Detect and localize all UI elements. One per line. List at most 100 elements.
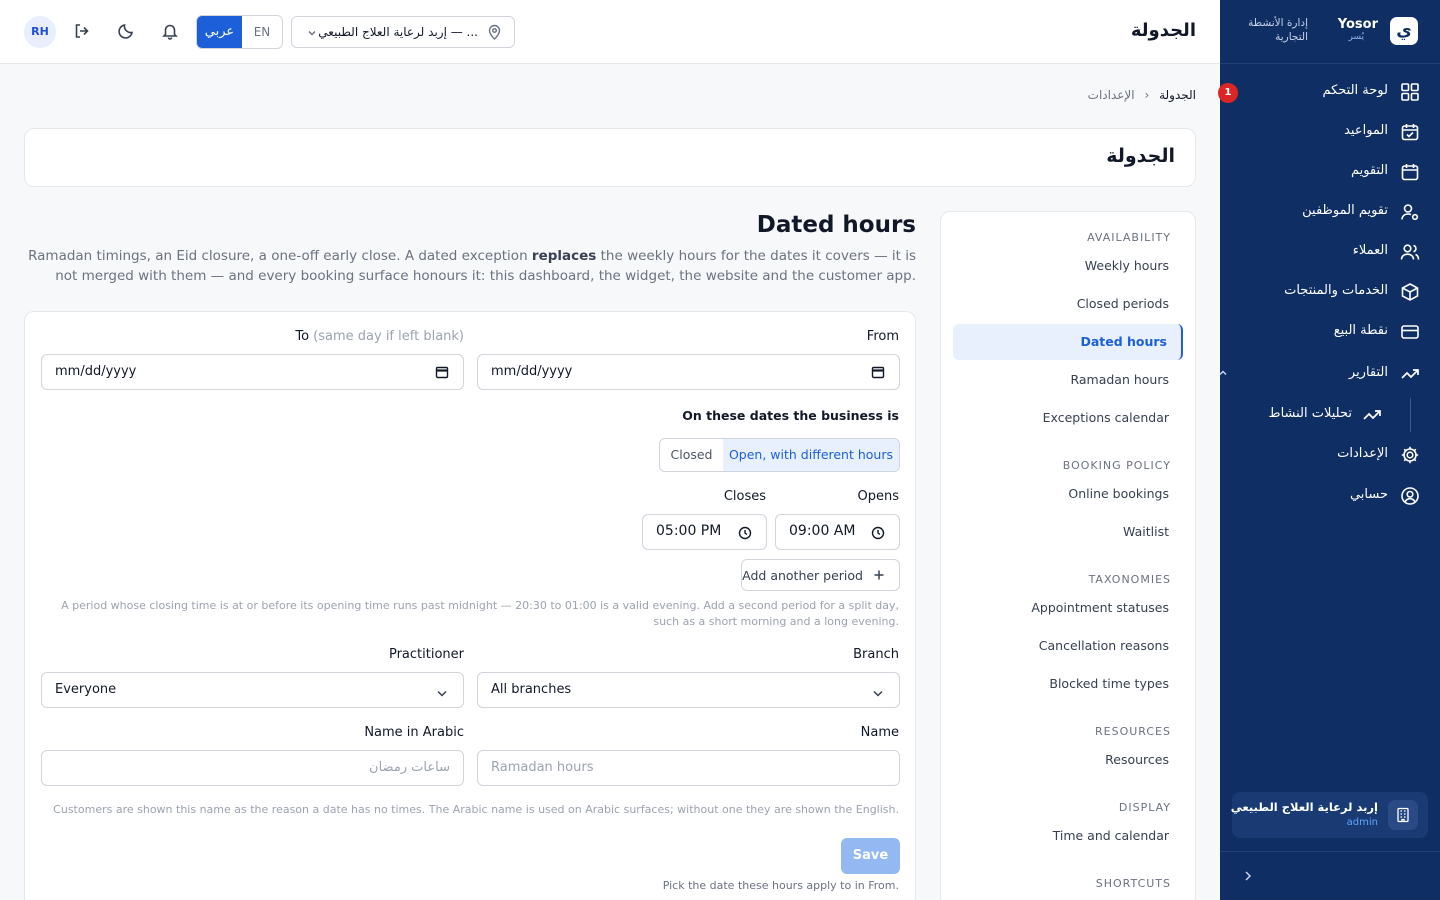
settings-item-label: Waitlist (1123, 524, 1169, 539)
name-label: Name (860, 725, 899, 740)
settings-item-closed-periods[interactable]: Closed periods (953, 286, 1183, 322)
dated-hours-form: From To (same day if left blank) mm/dd/y… (24, 311, 916, 900)
save-help-text: Pick the date these hours apply to in Fr… (662, 879, 899, 892)
chevron-up-icon[interactable] (1217, 367, 1229, 379)
name-input[interactable]: Ramadan hours (477, 750, 900, 786)
sidebar-item-label: نقطة البيع (1333, 323, 1388, 338)
calendar-check-icon (1400, 122, 1420, 142)
moon-icon[interactable] (117, 22, 135, 40)
branch-selector[interactable]: إربد لرعاية العلاج الطبيعي — ... (291, 16, 515, 48)
chevron-right-icon[interactable] (1240, 868, 1256, 884)
sidebar-item-staff-calendar[interactable]: تقويم الموظفين (1240, 197, 1420, 227)
clock-icon[interactable] (738, 526, 752, 544)
settings-item-dated-hours[interactable]: Dated hours (953, 324, 1183, 360)
lang-english-button[interactable]: EN (242, 16, 282, 48)
opens-time-input[interactable]: 09:00 AM (775, 514, 900, 550)
name-input-placeholder: Ramadan hours (491, 760, 594, 775)
brand-tagline: إدارة الأنشطة التجارية (1248, 17, 1308, 43)
status-segmented-control: Closed Open, with different hours (659, 438, 900, 472)
sidebar-item-pos[interactable]: نقطة البيع (1240, 317, 1420, 347)
sidebar-item-my-account[interactable]: حسابي (1240, 481, 1420, 511)
settings-item-waitlist[interactable]: Waitlist (953, 514, 1183, 550)
calendar-icon (1400, 162, 1420, 182)
section-description: Ramadan timings, an Eid closure, a one-o… (24, 246, 916, 286)
page-title: الجدولة (1106, 145, 1175, 167)
trend-icon (1362, 405, 1382, 425)
settings-item-blocked-time-types[interactable]: Blocked time types (953, 666, 1183, 702)
to-label-text: To (295, 329, 310, 344)
closes-time-input[interactable]: 05:00 PM (642, 514, 767, 550)
avatar[interactable]: RH (24, 16, 56, 48)
chevron-down-icon (873, 687, 883, 702)
to-date-input[interactable]: mm/dd/yyyy (41, 354, 464, 390)
logout-icon[interactable] (73, 22, 91, 40)
bell-icon[interactable] (161, 22, 179, 40)
sidebar: ي Yosor يُسر إدارة الأنشطة التجارية لوحة… (1218, 0, 1440, 900)
sidebar-item-label: الإعدادات (1337, 446, 1388, 461)
organization-card[interactable]: إربد لرعاية العلاج الطبيعي admin (1231, 792, 1428, 838)
status-open-option[interactable]: Open, with different hours (723, 439, 899, 471)
user-circle-icon (1400, 486, 1420, 506)
sidebar-item-label: المواعيد (1344, 123, 1388, 138)
sidebar-item-settings[interactable]: الإعدادات (1240, 440, 1420, 470)
settings-item-label: Weekly hours (1084, 258, 1169, 273)
description-emphasis: replaces (531, 248, 597, 264)
settings-item-time-and-calendar[interactable]: Time and calendar (953, 818, 1183, 854)
name-arabic-input[interactable]: ساعات رمضان (41, 750, 464, 786)
sidebar-item-dashboard[interactable]: لوحة التحكم 1 (1218, 77, 1420, 107)
users-icon (1400, 242, 1420, 262)
settings-section-heading: SHORTCUTS (1095, 877, 1171, 890)
notification-badge: 1 (1218, 83, 1238, 103)
save-button[interactable]: Save (841, 838, 900, 874)
opens-time-value: 09:00 AM (789, 523, 856, 539)
sidebar-item-calendar[interactable]: التقويم (1240, 157, 1420, 187)
sidebar-item-reports[interactable]: التقارير (1219, 359, 1420, 389)
topbar-title: الجدولة (1130, 20, 1196, 41)
sidebar-item-label: العملاء (1352, 243, 1388, 258)
settings-item-appointment-statuses[interactable]: Appointment statuses (953, 590, 1183, 626)
status-closed-option[interactable]: Closed (660, 439, 724, 471)
settings-item-label: Time and calendar (1052, 828, 1169, 843)
settings-item-weekly-hours[interactable]: Weekly hours (953, 248, 1183, 284)
add-period-button[interactable]: Add another period (741, 559, 900, 591)
settings-item-ramadan-hours[interactable]: Ramadan hours (953, 362, 1183, 398)
branch-select[interactable]: All branches (477, 672, 900, 708)
breadcrumb: الجدولة ‹ الإعدادات (1088, 88, 1196, 102)
calendar-icon[interactable] (871, 365, 885, 383)
closes-time-value: 05:00 PM (656, 523, 722, 539)
sidebar-item-services[interactable]: الخدمات والمنتجات (1240, 277, 1420, 307)
settings-item-cancellation-reasons[interactable]: Cancellation reasons (953, 628, 1183, 664)
practitioner-select[interactable]: Everyone (41, 672, 464, 708)
settings-item-label: Dated hours (1080, 334, 1167, 349)
settings-item-resources[interactable]: Resources (953, 742, 1183, 778)
status-label: On these dates the business is (682, 408, 899, 423)
calendar-icon[interactable] (435, 365, 449, 383)
sidebar-item-clients[interactable]: العملاء (1240, 237, 1420, 267)
from-date-input[interactable]: mm/dd/yyyy (477, 354, 900, 390)
settings-item-label: Cancellation reasons (1038, 638, 1169, 653)
sidebar-item-label: تقويم الموظفين (1302, 203, 1388, 218)
settings-section-heading: TAXONOMIES (1088, 573, 1171, 586)
brand-sub: يُسر (1348, 32, 1365, 42)
brand[interactable]: ي Yosor يُسر إدارة الأنشطة التجارية (1238, 14, 1418, 50)
sidebar-subitem-activity-analytics[interactable]: تحليلات النشاط (1232, 400, 1392, 430)
breadcrumb-parent-link[interactable]: الإعدادات (1088, 88, 1135, 102)
lang-arabic-button[interactable]: عربي (197, 16, 242, 48)
practitioner-select-value: Everyone (55, 682, 117, 697)
branch-select-value: All branches (491, 682, 572, 697)
settings-item-online-bookings[interactable]: Online bookings (953, 476, 1183, 512)
settings-item-label: Closed periods (1076, 296, 1169, 311)
settings-item-exceptions-calendar[interactable]: Exceptions calendar (953, 400, 1183, 436)
settings-item-label: Exceptions calendar (1042, 410, 1169, 425)
settings-section-heading: DISPLAY (1118, 801, 1171, 814)
clock-icon[interactable] (871, 526, 885, 544)
name-arabic-input-placeholder: ساعات رمضان (369, 760, 450, 775)
sidebar-item-appointments[interactable]: المواعيد (1240, 117, 1420, 147)
settings-nav: AVAILABILITY Weekly hours Closed periods… (940, 211, 1196, 900)
chevron-down-icon (437, 687, 447, 702)
brand-logo: ي (1390, 17, 1418, 45)
page-title-card: الجدولة (24, 128, 1196, 187)
to-label: To (same day if left blank) (295, 329, 464, 344)
settings-section-heading: RESOURCES (1095, 725, 1171, 738)
submenu-line (1410, 398, 1411, 432)
